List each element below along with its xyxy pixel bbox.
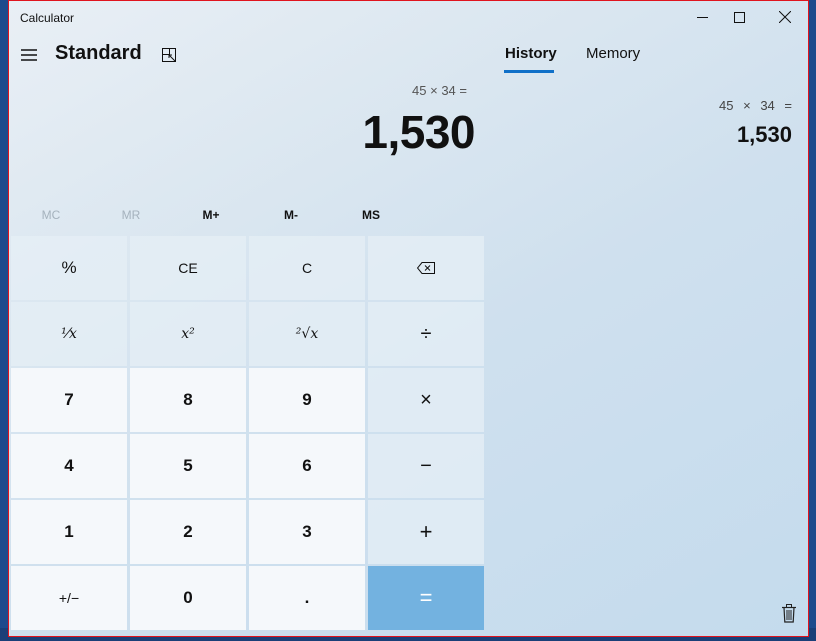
percent-button[interactable]: % (11, 236, 127, 300)
keep-on-top-icon (162, 48, 176, 62)
multiply-button[interactable]: × (368, 368, 484, 432)
minimize-icon (696, 16, 708, 18)
keep-on-top-button[interactable] (157, 43, 181, 67)
digit-3-button[interactable]: 3 (249, 500, 365, 564)
digit-1-button[interactable]: 1 (11, 500, 127, 564)
hamburger-icon (21, 49, 37, 61)
digit-0-button[interactable]: 0 (130, 566, 246, 630)
memory-recall-button[interactable]: MR (91, 200, 171, 230)
maximize-icon (733, 11, 745, 23)
clear-history-button[interactable] (779, 602, 799, 624)
backspace-icon (417, 262, 435, 274)
calculator-header: Standard (9, 37, 485, 73)
history-item-result[interactable]: 1,530 (737, 122, 792, 148)
decimal-button[interactable]: . (249, 566, 365, 630)
square-button[interactable]: x² (130, 302, 246, 366)
calculator-window: Calculator Standard 45 × 34 = 1,530 MC M… (8, 0, 809, 637)
digit-2-button[interactable]: 2 (130, 500, 246, 564)
reciprocal-button[interactable]: ¹⁄x (11, 302, 127, 366)
backspace-button[interactable] (368, 236, 484, 300)
subtract-button[interactable]: − (368, 434, 484, 498)
keypad: % CE C ¹⁄x x² ²√x ÷ 7 8 9 × 4 5 6 − 1 2 … (11, 236, 485, 632)
digit-6-button[interactable]: 6 (249, 434, 365, 498)
clear-button[interactable]: C (249, 236, 365, 300)
digit-4-button[interactable]: 4 (11, 434, 127, 498)
digit-8-button[interactable]: 8 (130, 368, 246, 432)
digit-5-button[interactable]: 5 (130, 434, 246, 498)
history-item-expression[interactable]: 45 × 34 = (719, 98, 792, 113)
equals-button[interactable]: = (368, 566, 484, 630)
title-bar[interactable]: Calculator (9, 1, 808, 35)
divide-button[interactable]: ÷ (368, 302, 484, 366)
close-icon (779, 11, 791, 23)
active-tab-indicator (504, 70, 554, 73)
negate-button[interactable]: +/− (11, 566, 127, 630)
result-display: 1,530 (362, 106, 475, 158)
tab-history[interactable]: History (505, 45, 557, 62)
tab-memory[interactable]: Memory (586, 45, 640, 62)
navigation-menu-button[interactable] (17, 43, 41, 67)
trash-icon (782, 603, 796, 623)
digit-7-button[interactable]: 7 (11, 368, 127, 432)
memory-store-button[interactable]: MS (331, 200, 411, 230)
square-root-button[interactable]: ²√x (249, 302, 365, 366)
memory-row: MC MR M+ M- MS (9, 200, 485, 230)
memory-subtract-button[interactable]: M- (251, 200, 331, 230)
mode-title: Standard (55, 42, 142, 64)
memory-clear-button[interactable]: MC (11, 200, 91, 230)
close-button[interactable] (762, 1, 808, 33)
expression-display: 45 × 34 = (412, 83, 467, 98)
add-button[interactable]: + (368, 500, 484, 564)
maximize-button[interactable] (716, 1, 762, 33)
clear-entry-button[interactable]: CE (130, 236, 246, 300)
memory-add-button[interactable]: M+ (171, 200, 251, 230)
digit-9-button[interactable]: 9 (249, 368, 365, 432)
window-title: Calculator (20, 11, 75, 25)
